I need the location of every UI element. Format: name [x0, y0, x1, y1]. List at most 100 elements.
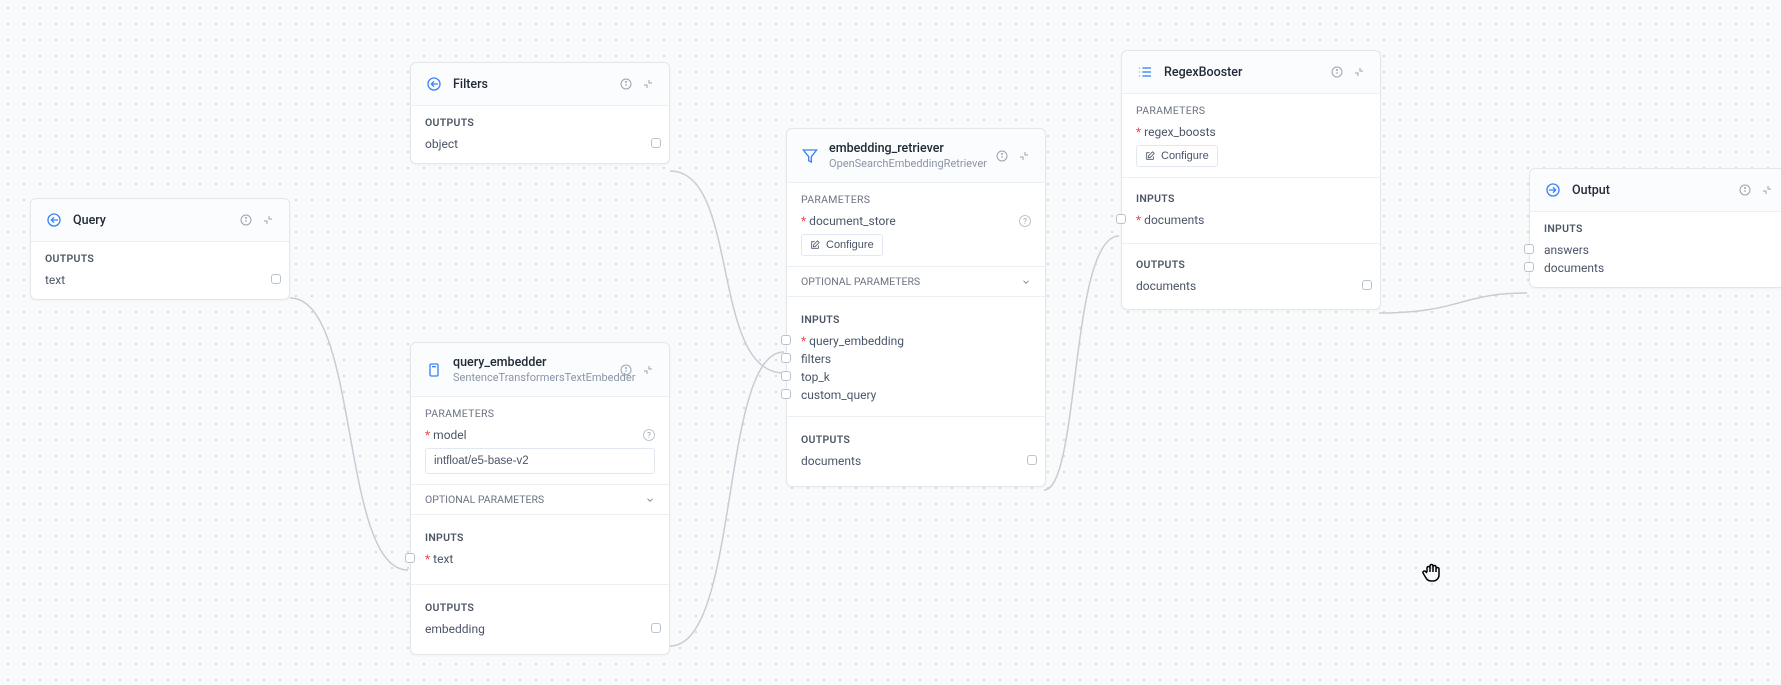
list-icon — [1136, 63, 1154, 81]
inputs-section: Inputs * query_embedding filters top_k c… — [787, 297, 1045, 417]
collapse-icon[interactable] — [261, 213, 275, 227]
output-object: object — [425, 137, 458, 151]
info-icon[interactable] — [619, 77, 633, 91]
info-icon[interactable] — [619, 363, 633, 377]
node-header[interactable]: Output — [1530, 169, 1781, 212]
info-icon[interactable] — [1738, 183, 1752, 197]
optional-label: OPTIONAL PARAMETERS — [425, 493, 544, 506]
input-label: custom_query — [801, 388, 876, 402]
parameters-section: PARAMETERS * document_store ? Configure — [787, 183, 1045, 267]
node-regex-booster[interactable]: RegexBooster PARAMETERS * regex_boosts C… — [1121, 50, 1381, 310]
input-label: filters — [801, 352, 831, 366]
output-port[interactable] — [271, 274, 281, 284]
edit-icon — [810, 240, 820, 250]
input-label: query_embedding — [809, 334, 904, 348]
info-icon[interactable] — [995, 149, 1009, 163]
node-header[interactable]: Query — [31, 199, 289, 242]
optional-parameters-toggle[interactable]: OPTIONAL PARAMETERS — [411, 485, 669, 515]
input-row: * documents — [1136, 211, 1366, 229]
parameters-section: PARAMETERS * model ? — [411, 397, 669, 485]
collapse-icon[interactable] — [1017, 149, 1031, 163]
input-row: * text — [425, 550, 655, 568]
configure-button[interactable]: Configure — [801, 234, 883, 256]
outputs-section: Outputs embedding — [411, 585, 669, 654]
node-title: Output — [1572, 183, 1738, 198]
node-title: RegexBooster — [1164, 65, 1330, 80]
output-row: documents — [801, 452, 1031, 470]
inputs-section: Inputs * text — [411, 515, 669, 585]
required-star: * — [425, 552, 430, 566]
info-icon[interactable] — [239, 213, 253, 227]
configure-label: Configure — [1161, 150, 1209, 162]
node-header[interactable]: embedding_retriever OpenSearchEmbeddingR… — [787, 129, 1045, 183]
output-embedding: embedding — [425, 622, 485, 636]
input-port[interactable] — [781, 353, 791, 363]
output-port[interactable] — [651, 623, 661, 633]
input-port[interactable] — [1116, 214, 1126, 224]
input-port[interactable] — [781, 335, 791, 345]
input-port[interactable] — [1524, 244, 1534, 254]
output-port[interactable] — [1362, 280, 1372, 290]
node-title: query_embedder — [453, 355, 619, 370]
outputs-label: Outputs — [425, 116, 655, 129]
inputs-section: Inputs * documents — [1122, 178, 1380, 244]
help-icon[interactable]: ? — [1019, 215, 1031, 227]
output-port[interactable] — [651, 138, 661, 148]
pipeline-canvas[interactable]: Query Outputs text Filters — [0, 0, 1781, 685]
required-star: * — [425, 428, 430, 442]
filter-icon — [801, 147, 819, 165]
collapse-icon[interactable] — [641, 363, 655, 377]
node-header[interactable]: Filters — [411, 63, 669, 106]
output-row: text — [45, 271, 275, 289]
edit-icon — [1145, 151, 1155, 161]
output-row: object — [425, 135, 655, 153]
optional-parameters-toggle[interactable]: OPTIONAL PARAMETERS — [787, 267, 1045, 297]
param-regex-boosts: * regex_boosts — [1136, 123, 1366, 141]
input-port[interactable] — [781, 389, 791, 399]
node-title: Filters — [453, 77, 619, 92]
node-embedding-retriever[interactable]: embedding_retriever OpenSearchEmbeddingR… — [786, 128, 1046, 487]
model-input[interactable] — [425, 448, 655, 474]
required-star: * — [1136, 213, 1141, 227]
input-answers: answers — [1544, 243, 1589, 257]
required-star: * — [1136, 125, 1141, 139]
collapse-icon[interactable] — [641, 77, 655, 91]
node-query[interactable]: Query Outputs text — [30, 198, 290, 300]
node-filters[interactable]: Filters Outputs object — [410, 62, 670, 164]
help-icon[interactable]: ? — [643, 429, 655, 441]
output-row: documents — [1136, 277, 1366, 295]
node-output[interactable]: Output Inputs answers documents — [1529, 168, 1781, 288]
input-documents: documents — [1144, 213, 1204, 227]
embedder-icon — [425, 361, 443, 379]
collapse-icon[interactable] — [1352, 65, 1366, 79]
input-port[interactable] — [1524, 262, 1534, 272]
parameters-section: PARAMETERS * regex_boosts Configure — [1122, 94, 1380, 178]
inputs-section: Inputs answers documents — [1530, 212, 1781, 287]
input-port[interactable] — [405, 553, 415, 563]
output-arrow-icon — [1544, 181, 1562, 199]
node-header[interactable]: query_embedder SentenceTransformersTextE… — [411, 343, 669, 397]
node-subtitle: SentenceTransformersTextEmbedder — [453, 371, 619, 384]
node-query-embedder[interactable]: query_embedder SentenceTransformersTextE… — [410, 342, 670, 655]
node-header[interactable]: RegexBooster — [1122, 51, 1380, 94]
input-label: top_k — [801, 370, 830, 384]
outputs-section: Outputs documents — [787, 417, 1045, 486]
inputs-label: Inputs — [425, 531, 655, 544]
outputs-label: Outputs — [425, 601, 655, 614]
pan-cursor-icon — [1420, 560, 1444, 588]
input-port[interactable] — [781, 371, 791, 381]
input-row-answers: answers — [1544, 241, 1774, 259]
node-subtitle: OpenSearchEmbeddingRetriever — [829, 157, 995, 170]
collapse-icon[interactable] — [1760, 183, 1774, 197]
configure-label: Configure — [826, 239, 874, 251]
inputs-label: Inputs — [1136, 192, 1366, 205]
outputs-section: Outputs object — [411, 106, 669, 163]
param-label: model — [433, 428, 466, 442]
configure-button[interactable]: Configure — [1136, 145, 1218, 167]
output-row: embedding — [425, 620, 655, 638]
output-port[interactable] — [1027, 455, 1037, 465]
required-star: * — [801, 214, 806, 228]
inputs-label: Inputs — [801, 313, 1031, 326]
info-icon[interactable] — [1330, 65, 1344, 79]
input-row-documents: documents — [1544, 259, 1774, 277]
